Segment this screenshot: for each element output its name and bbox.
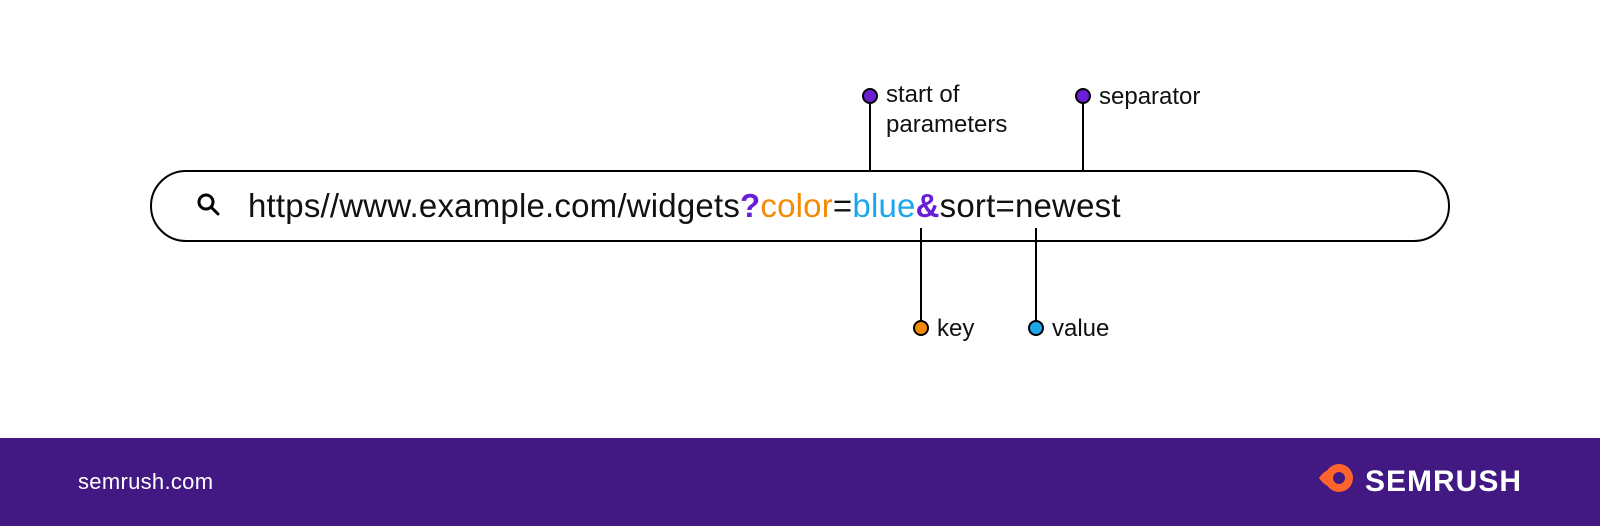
dot-separator bbox=[1075, 88, 1091, 104]
url-text: https//www.example.com/widgets?color=blu… bbox=[248, 187, 1121, 225]
label-start-params: start of parameters bbox=[886, 80, 1007, 140]
url-bar: https//www.example.com/widgets?color=blu… bbox=[150, 170, 1450, 242]
label-value: value bbox=[1052, 314, 1109, 344]
search-icon bbox=[196, 192, 220, 221]
url-value: blue bbox=[852, 187, 915, 224]
dot-value bbox=[1028, 320, 1044, 336]
url-rest: sort=newest bbox=[940, 187, 1121, 224]
label-key: key bbox=[937, 314, 974, 344]
footer-site: semrush.com bbox=[78, 469, 213, 495]
diagram-canvas: start of parameters separator https//www… bbox=[0, 0, 1600, 526]
flame-icon bbox=[1317, 459, 1355, 505]
line-value bbox=[1035, 228, 1037, 322]
url-question-mark: ? bbox=[740, 187, 760, 224]
dot-start-params bbox=[862, 88, 878, 104]
url-base: https//www.example.com/widgets bbox=[248, 187, 740, 224]
dot-key bbox=[913, 320, 929, 336]
line-key bbox=[920, 228, 922, 322]
url-key: color bbox=[760, 187, 833, 224]
label-separator: separator bbox=[1099, 82, 1200, 112]
brand-logo: SEMRUSH bbox=[1317, 459, 1522, 505]
brand-name: SEMRUSH bbox=[1365, 465, 1522, 499]
url-equals-1: = bbox=[833, 187, 852, 224]
footer-bar: semrush.com SEMRUSH bbox=[0, 438, 1600, 526]
url-separator: & bbox=[916, 187, 940, 224]
